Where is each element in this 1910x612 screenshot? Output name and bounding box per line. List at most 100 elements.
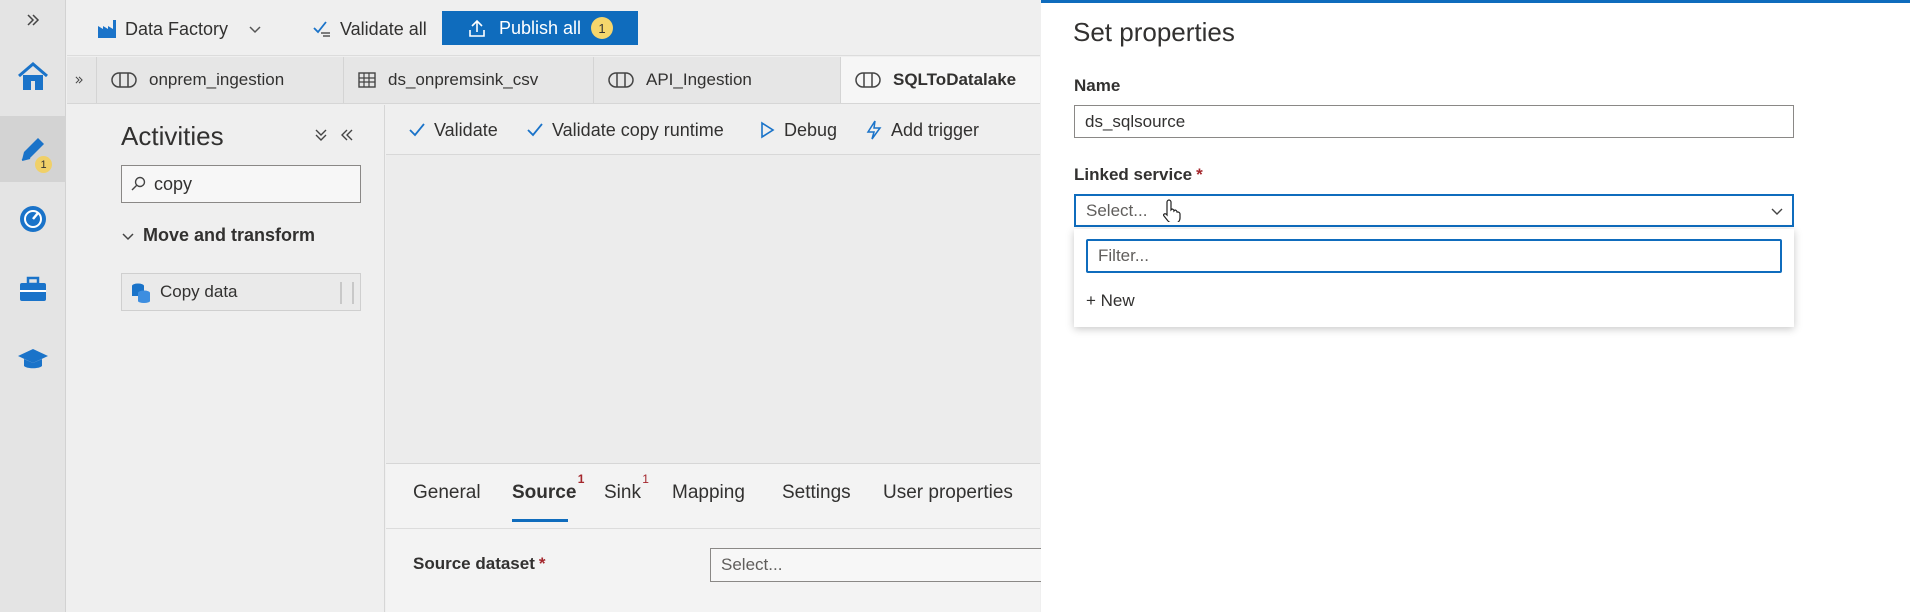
- double-chevron-left-icon[interactable]: [339, 127, 355, 143]
- copy-data-icon: [132, 283, 150, 303]
- activities-panel: Activities copy Move and transform Copy …: [97, 105, 385, 612]
- home-nav-button[interactable]: [0, 44, 66, 110]
- double-chevron-right-icon: [75, 76, 83, 84]
- sink-error-count: 1: [642, 472, 649, 486]
- divider: [386, 528, 1040, 529]
- source-dataset-select[interactable]: Select...: [710, 548, 1050, 582]
- hand-cursor-icon: [1163, 199, 1181, 222]
- linked-service-dropdown: Filter... + New: [1074, 229, 1794, 327]
- data-factory-selector[interactable]: Data Factory: [97, 4, 270, 54]
- tab-sink[interactable]: Sink 1: [604, 472, 649, 504]
- activities-search-value: copy: [154, 173, 193, 194]
- tab-ds-onpremsink-csv[interactable]: ds_onpremsink_csv: [344, 57, 594, 103]
- name-input[interactable]: ds_sqlsource: [1074, 105, 1794, 138]
- panel-title: Set properties: [1073, 17, 1235, 47]
- name-value: ds_sqlsource: [1085, 111, 1186, 131]
- checkmark-icon: [527, 123, 543, 137]
- tab-label: SQLToDatalake: [893, 70, 1017, 89]
- tab-mapping[interactable]: Mapping: [672, 482, 745, 504]
- tab-label: ds_onpremsink_csv: [388, 70, 539, 89]
- expand-rail-button[interactable]: [0, 0, 66, 40]
- tab-user-properties[interactable]: User properties: [883, 482, 1013, 504]
- tab-sqltodatalake[interactable]: SQLToDatalake: [841, 57, 1040, 103]
- add-trigger-button[interactable]: Add trigger: [865, 105, 979, 155]
- manage-nav-button[interactable]: [0, 256, 66, 322]
- required-mark: *: [538, 554, 546, 573]
- chevron-down-icon: [1771, 208, 1783, 215]
- pipeline-icon: [855, 72, 881, 88]
- tab-general[interactable]: General: [413, 482, 481, 504]
- publish-all-label: Publish all: [498, 17, 582, 38]
- validate-all-label: Validate all: [340, 18, 427, 39]
- activities-search-input[interactable]: copy: [121, 165, 361, 203]
- toolbox-icon: [20, 276, 46, 301]
- source-dataset-text: Source dataset: [413, 554, 535, 573]
- drag-handle[interactable]: [340, 282, 354, 304]
- gauge-icon: [20, 206, 46, 232]
- play-icon: [761, 121, 775, 139]
- linked-service-text: Linked service: [1074, 165, 1193, 184]
- data-factory-label: Data Factory: [125, 18, 229, 39]
- section-label: Move and transform: [143, 225, 316, 245]
- checklist-icon: [313, 21, 330, 37]
- tab-onprem-ingestion[interactable]: onprem_ingestion: [97, 57, 344, 103]
- search-icon: [131, 176, 146, 191]
- validate-button[interactable]: Validate: [408, 105, 498, 155]
- home-icon: [18, 62, 48, 90]
- monitor-nav-button[interactable]: [0, 186, 66, 252]
- author-badge: 1: [35, 156, 52, 173]
- top-toolbar: Data Factory Validate all Publish all 1: [67, 4, 1040, 56]
- linked-service-placeholder: Select...: [1086, 200, 1148, 220]
- tab-label: onprem_ingestion: [149, 70, 285, 89]
- tab-api-ingestion[interactable]: API_Ingestion: [594, 57, 841, 103]
- activity-properties-panel: General Source 1 Sink 1 Mapping Settings U…: [386, 463, 1050, 612]
- tab-label: API_Ingestion: [646, 70, 752, 89]
- pipeline-icon: [608, 72, 634, 88]
- table-icon: [358, 72, 376, 88]
- tab-source[interactable]: Source 1: [512, 472, 584, 504]
- move-and-transform-group[interactable]: Move and transform: [121, 225, 315, 246]
- graduation-cap-icon: [18, 349, 48, 369]
- filter-placeholder: Filter...: [1098, 246, 1150, 265]
- add-trigger-label: Add trigger: [891, 119, 980, 140]
- tab-settings[interactable]: Settings: [782, 482, 851, 504]
- pipeline-canvas[interactable]: Validate Validate copy runtime Debug Add…: [386, 105, 1050, 612]
- source-dataset-placeholder: Select...: [721, 555, 783, 574]
- tab-label: User properties: [883, 482, 1013, 503]
- source-error-count: 1: [577, 472, 585, 486]
- learning-nav-button[interactable]: [0, 326, 66, 392]
- expand-factory-resources-button[interactable]: [67, 57, 97, 103]
- left-rail: 1: [0, 0, 66, 612]
- publish-all-button[interactable]: Publish all 1: [442, 11, 638, 45]
- publish-count-badge: 1: [591, 17, 614, 39]
- activities-title: Activities: [121, 121, 224, 151]
- editor-tabs: onprem_ingestion ds_onpremsink_csv API_I…: [67, 57, 1040, 104]
- validate-copy-runtime-button[interactable]: Validate copy runtime: [526, 105, 724, 155]
- filter-input[interactable]: Filter...: [1086, 239, 1782, 273]
- author-nav-button[interactable]: 1: [0, 116, 66, 182]
- copy-data-label: Copy data: [160, 282, 238, 301]
- tab-label: General: [413, 482, 481, 503]
- app-window: 1 Data Factory Validate all Publish all …: [0, 0, 1910, 612]
- collapse-all-icon[interactable]: [313, 127, 329, 143]
- new-linked-service-option[interactable]: + New: [1086, 291, 1135, 311]
- validate-all-button[interactable]: Validate all: [312, 4, 427, 54]
- checkmark-icon: [409, 123, 425, 137]
- name-label: Name: [1074, 76, 1121, 95]
- chevron-down-icon: [249, 26, 261, 34]
- validate-copy-runtime-label: Validate copy runtime: [552, 119, 724, 140]
- debug-label: Debug: [784, 119, 838, 140]
- copy-data-activity[interactable]: Copy data: [121, 273, 361, 311]
- validate-label: Validate: [434, 119, 498, 140]
- canvas-toolbar: Validate Validate copy runtime Debug Add…: [386, 105, 1040, 155]
- active-tab-indicator: [512, 519, 568, 522]
- lightning-icon: [866, 120, 882, 140]
- pipeline-icon: [111, 72, 137, 88]
- linked-service-select[interactable]: Select...: [1074, 194, 1794, 227]
- debug-button[interactable]: Debug: [758, 105, 837, 155]
- double-chevron-right-icon: [27, 14, 40, 26]
- linked-service-label: Linked service *: [1074, 165, 1203, 185]
- upload-icon: [469, 19, 485, 37]
- tab-label: Settings: [782, 482, 851, 503]
- source-dataset-label: Source dataset *: [413, 554, 546, 574]
